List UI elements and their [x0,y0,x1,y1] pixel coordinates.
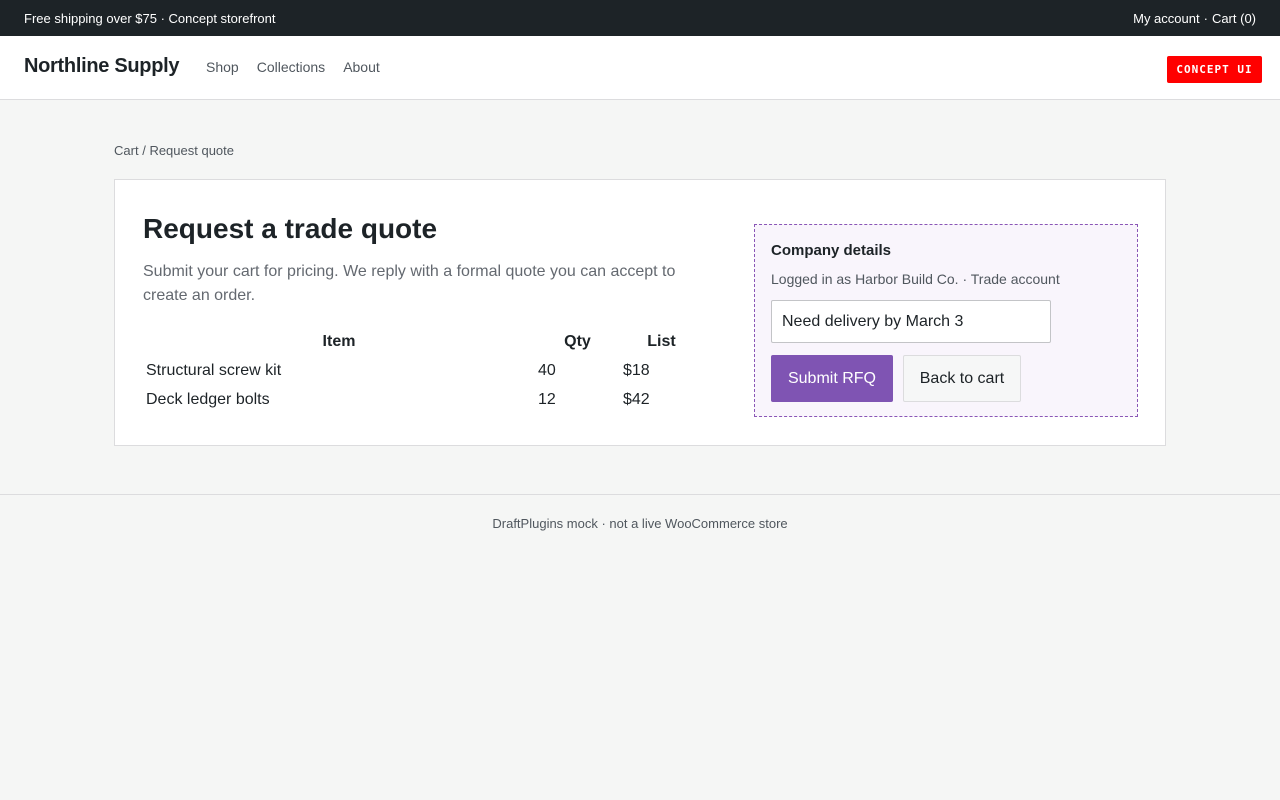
breadcrumb-current: Request quote [149,143,235,158]
footer-text: DraftPlugins mock · not a live WooCommer… [492,516,788,531]
company-details-panel: Company details Logged in as Harbor Buil… [754,224,1138,417]
logged-in-status: Logged in as Harbor Build Co. · Trade ac… [771,271,1060,287]
table-row: Structural screw kit 40 $18 [143,356,703,385]
breadcrumb-cart-link[interactable]: Cart [114,143,139,158]
column-header-list: List [647,333,676,350]
item-name: Structural screw kit [146,361,282,379]
table-header-row: Item Qty List [143,328,703,356]
submit-rfq-button[interactable]: Submit RFQ [771,355,893,402]
nav-about[interactable]: About [343,59,380,75]
promo-text: Free shipping over $75 · Concept storefr… [24,10,276,26]
concept-ui-badge: CONCEPT UI [1167,56,1262,83]
back-to-cart-button[interactable]: Back to cart [903,355,1021,402]
table-row: Deck ledger bolts 12 $42 [143,385,703,414]
cart-link[interactable]: Cart (0) [1212,11,1256,26]
site-header: Northline Supply Shop Collections About … [0,36,1280,100]
page-title: Request a trade quote [143,213,438,244]
breadcrumb: Cart / Request quote [114,143,234,158]
item-qty: 40 [538,361,556,379]
page-subtitle: Submit your cart for pricing. We reply w… [143,263,676,304]
nav-shop[interactable]: Shop [206,59,239,75]
item-list-price: $18 [623,361,650,379]
account-links: My account · Cart (0) [1133,11,1256,26]
column-header-qty: Qty [564,333,591,350]
item-list-price: $42 [623,390,650,408]
quote-card: Request a trade quote Submit your cart f… [114,179,1166,446]
top-announcement-bar: Free shipping over $75 · Concept storefr… [0,0,1280,36]
nav-collections[interactable]: Collections [257,59,325,75]
account-links-separator: · [1203,10,1208,26]
site-brand[interactable]: Northline Supply [24,55,180,78]
breadcrumb-separator: / [142,143,146,158]
my-account-link[interactable]: My account [1133,11,1199,26]
item-qty: 12 [538,390,556,408]
delivery-note-input[interactable] [771,300,1051,343]
item-name: Deck ledger bolts [146,390,270,408]
cart-items-table: Item Qty List Structural screw kit 40 $1… [143,328,703,414]
site-footer: DraftPlugins mock · not a live WooCommer… [0,494,1280,550]
column-header-item: Item [322,333,356,350]
main-nav: Shop Collections About [206,59,380,75]
company-details-heading: Company details [771,242,892,259]
